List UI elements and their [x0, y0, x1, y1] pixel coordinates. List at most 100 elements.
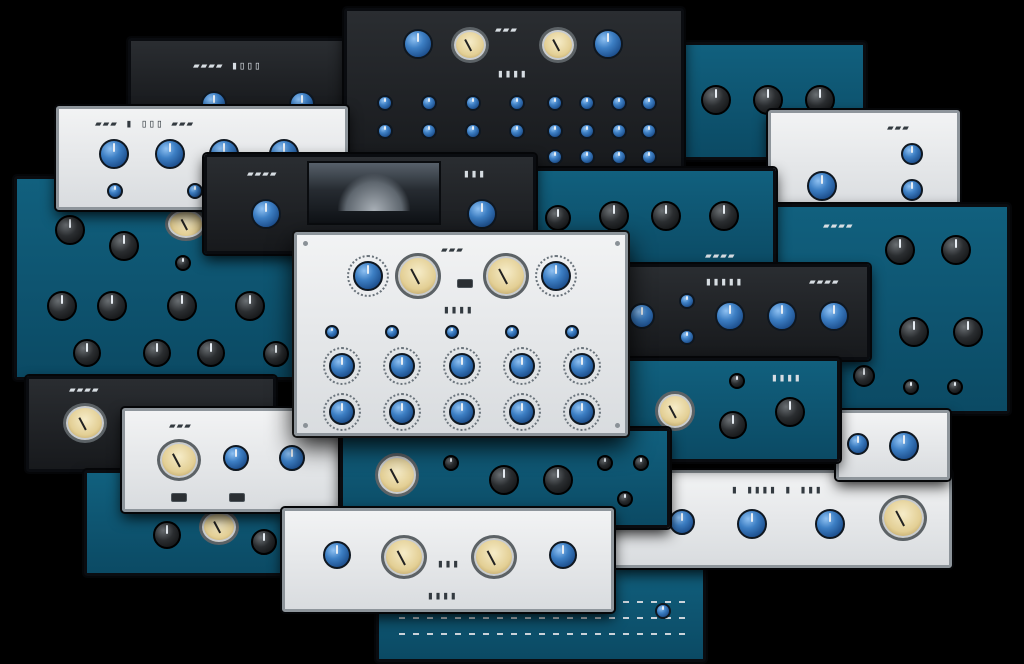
knob-icon[interactable] [547, 149, 563, 165]
knob-icon[interactable] [651, 201, 681, 231]
knob-icon[interactable] [847, 433, 869, 455]
knob-icon[interactable] [815, 509, 845, 539]
knob-icon[interactable] [467, 199, 497, 229]
switch-icon[interactable] [229, 493, 245, 502]
knob-icon[interactable] [579, 149, 595, 165]
knob-icon[interactable] [325, 325, 339, 339]
knob-icon[interactable] [579, 123, 595, 139]
knob-icon[interactable] [175, 255, 191, 271]
knob-icon[interactable] [669, 509, 695, 535]
knob-icon[interactable] [633, 455, 649, 471]
knob-icon[interactable] [377, 123, 393, 139]
knob-icon[interactable] [251, 199, 281, 229]
knob-icon[interactable] [901, 179, 923, 201]
knob-icon[interactable] [153, 521, 181, 549]
knob-icon[interactable] [235, 291, 265, 321]
knob-icon[interactable] [767, 301, 797, 331]
knob-icon[interactable] [679, 329, 695, 345]
knob-icon[interactable] [187, 183, 203, 199]
knob-icon[interactable] [403, 29, 433, 59]
knob-icon[interactable] [889, 431, 919, 461]
knob-icon[interactable] [99, 139, 129, 169]
knob-icon[interactable] [807, 171, 837, 201]
knob-icon[interactable] [263, 341, 289, 367]
knob-icon[interactable] [593, 29, 623, 59]
knob-icon[interactable] [55, 215, 85, 245]
knob-icon[interactable] [719, 411, 747, 439]
switch-icon[interactable] [457, 279, 473, 288]
knob-icon[interactable] [443, 455, 459, 471]
knob-icon[interactable] [279, 445, 305, 471]
knob-icon[interactable] [901, 143, 923, 165]
knob-icon[interactable] [885, 235, 915, 265]
knob-icon[interactable] [155, 139, 185, 169]
knob-icon[interactable] [377, 95, 393, 111]
knob-icon[interactable] [449, 353, 475, 379]
knob-icon[interactable] [715, 301, 745, 331]
knob-icon[interactable] [545, 205, 571, 231]
knob-icon[interactable] [547, 123, 563, 139]
knob-icon[interactable] [775, 397, 805, 427]
knob-icon[interactable] [597, 455, 613, 471]
knob-icon[interactable] [445, 325, 459, 339]
knob-icon[interactable] [389, 353, 415, 379]
knob-icon[interactable] [701, 85, 731, 115]
knob-icon[interactable] [389, 399, 415, 425]
knob-icon[interactable] [549, 541, 577, 569]
knob-icon[interactable] [579, 95, 595, 111]
knob-icon[interactable] [853, 365, 875, 387]
knob-icon[interactable] [505, 325, 519, 339]
knob-icon[interactable] [421, 123, 437, 139]
knob-icon[interactable] [421, 95, 437, 111]
knob-icon[interactable] [617, 491, 633, 507]
knob-icon[interactable] [679, 293, 695, 309]
knob-icon[interactable] [73, 339, 101, 367]
knob-icon[interactable] [543, 465, 573, 495]
knob-icon[interactable] [819, 301, 849, 331]
knob-icon[interactable] [737, 509, 767, 539]
knob-icon[interactable] [611, 123, 627, 139]
knob-icon[interactable] [641, 123, 657, 139]
knob-icon[interactable] [109, 231, 139, 261]
knob-icon[interactable] [465, 123, 481, 139]
knob-icon[interactable] [629, 303, 655, 329]
knob-icon[interactable] [489, 465, 519, 495]
knob-icon[interactable] [941, 235, 971, 265]
knob-icon[interactable] [107, 183, 123, 199]
switch-icon[interactable] [171, 493, 187, 502]
knob-icon[interactable] [509, 123, 525, 139]
knob-icon[interactable] [641, 95, 657, 111]
knob-icon[interactable] [329, 399, 355, 425]
knob-icon[interactable] [541, 261, 571, 291]
knob-icon[interactable] [329, 353, 355, 379]
knob-icon[interactable] [611, 149, 627, 165]
knob-icon[interactable] [223, 445, 249, 471]
knob-icon[interactable] [547, 95, 563, 111]
knob-icon[interactable] [509, 353, 535, 379]
knob-icon[interactable] [197, 339, 225, 367]
knob-icon[interactable] [947, 379, 963, 395]
knob-icon[interactable] [565, 325, 579, 339]
knob-icon[interactable] [47, 291, 77, 321]
knob-icon[interactable] [569, 353, 595, 379]
knob-icon[interactable] [465, 95, 481, 111]
knob-icon[interactable] [385, 325, 399, 339]
knob-icon[interactable] [729, 373, 745, 389]
knob-icon[interactable] [251, 529, 277, 555]
knob-icon[interactable] [143, 339, 171, 367]
knob-icon[interactable] [569, 399, 595, 425]
knob-icon[interactable] [709, 201, 739, 231]
knob-icon[interactable] [353, 261, 383, 291]
knob-icon[interactable] [611, 95, 627, 111]
knob-icon[interactable] [97, 291, 127, 321]
knob-icon[interactable] [323, 541, 351, 569]
knob-icon[interactable] [509, 95, 525, 111]
knob-icon[interactable] [599, 201, 629, 231]
knob-icon[interactable] [655, 603, 671, 619]
knob-icon[interactable] [641, 149, 657, 165]
knob-icon[interactable] [899, 317, 929, 347]
knob-icon[interactable] [953, 317, 983, 347]
knob-icon[interactable] [509, 399, 535, 425]
knob-icon[interactable] [449, 399, 475, 425]
knob-icon[interactable] [903, 379, 919, 395]
